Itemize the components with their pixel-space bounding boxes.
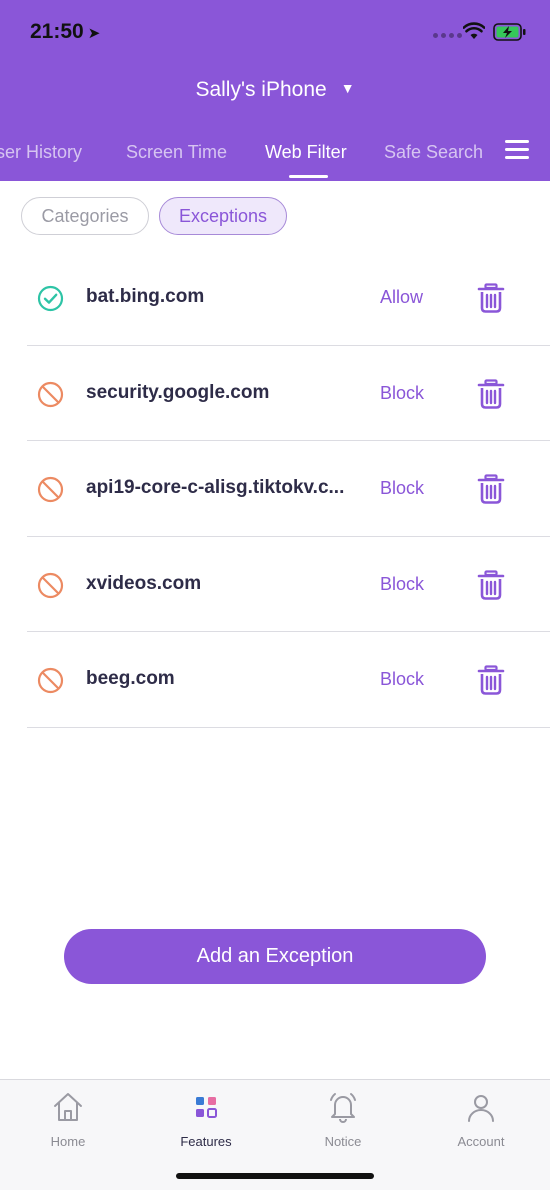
tab-web-filter[interactable]: Web Filter	[265, 142, 347, 163]
exception-action[interactable]: Block	[380, 478, 424, 499]
hamburger-menu-icon[interactable]	[505, 140, 529, 162]
trash-icon[interactable]	[477, 665, 505, 696]
exception-row[interactable]: security.google.com Block	[0, 346, 550, 442]
tabbar-home-label: Home	[50, 1134, 86, 1149]
active-tab-indicator	[289, 175, 328, 178]
trash-icon[interactable]	[477, 283, 505, 313]
tab-screen-time[interactable]: Screen Time	[126, 142, 227, 163]
block-prohibited-icon	[37, 476, 64, 503]
trash-icon[interactable]	[477, 378, 505, 409]
exception-row[interactable]: xvideos.com Block	[0, 537, 550, 633]
battery-charging-icon	[493, 23, 526, 41]
block-prohibited-icon	[37, 572, 64, 599]
home-icon	[54, 1093, 82, 1121]
status-time: 21:50 ➤	[30, 20, 100, 44]
home-indicator	[176, 1173, 374, 1179]
signal-icon	[433, 33, 462, 38]
exception-domain: beeg.com	[86, 668, 175, 690]
feature-tabs: ser History Screen Time Web Filter Safe …	[0, 130, 490, 181]
exception-list: bat.bing.com Allow security.google.com Bloc…	[0, 250, 550, 728]
add-exception-button[interactable]: Add an Exception	[64, 929, 486, 984]
exception-action[interactable]: Block	[380, 574, 424, 595]
exception-domain: xvideos.com	[86, 572, 202, 594]
exception-row[interactable]: beeg.com Block	[0, 632, 550, 728]
features-grid-icon	[196, 1097, 217, 1118]
segment-categories[interactable]: Categories	[21, 197, 149, 235]
block-prohibited-icon	[37, 667, 64, 694]
wifi-icon	[463, 22, 485, 39]
tabbar-account[interactable]: Account	[431, 1090, 531, 1149]
exception-action[interactable]: Block	[380, 383, 424, 404]
exception-action[interactable]: Block	[380, 669, 424, 690]
tabbar-notice[interactable]: Notice	[293, 1090, 393, 1149]
trash-icon[interactable]	[477, 474, 505, 504]
tabbar-notice-label: Notice	[324, 1134, 362, 1149]
exception-domain: bat.bing.com	[86, 286, 205, 307]
person-icon	[468, 1095, 494, 1122]
allow-check-icon	[37, 285, 64, 312]
header: 21:50 ➤ Sally's iPhone ▼ ser History Scree…	[0, 0, 550, 181]
tabbar-account-label: Account	[457, 1134, 505, 1149]
device-name: Sally's iPhone	[195, 78, 327, 101]
tabbar-features[interactable]: Features	[156, 1090, 256, 1149]
exception-action[interactable]: Allow	[380, 287, 423, 308]
tabbar-home[interactable]: Home	[18, 1090, 118, 1149]
bell-icon	[330, 1093, 356, 1123]
tab-browser-history[interactable]: ser History	[0, 142, 82, 163]
exception-row[interactable]: bat.bing.com Allow	[0, 250, 550, 346]
location-arrow-icon: ➤	[87, 25, 101, 42]
trash-icon[interactable]	[477, 570, 505, 600]
block-prohibited-icon	[37, 381, 64, 408]
exception-domain: security.google.com	[86, 381, 270, 403]
segment-exceptions[interactable]: Exceptions	[159, 197, 287, 235]
device-selector[interactable]: Sally's iPhone ▼	[0, 78, 550, 102]
exception-domain: api19-core-c-alisg.tiktokv.c...	[86, 477, 345, 499]
tabbar-features-label: Features	[180, 1134, 232, 1149]
tab-safe-search[interactable]: Safe Search	[384, 142, 483, 163]
caret-down-icon: ▼	[340, 80, 355, 96]
status-time-label: 21:50	[30, 20, 84, 43]
status-bar: 21:50 ➤	[0, 0, 550, 64]
exception-row[interactable]: api19-core-c-alisg.tiktokv.c... Block	[0, 441, 550, 537]
